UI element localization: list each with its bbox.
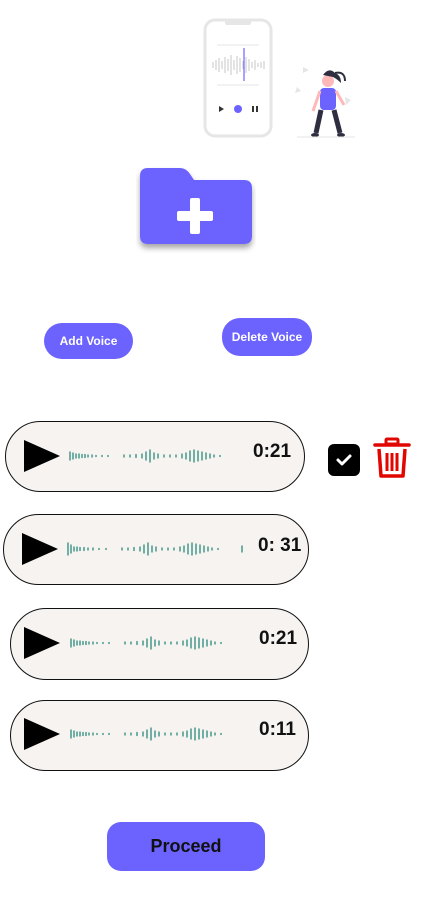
play-icon[interactable] (24, 627, 60, 659)
play-icon[interactable] (22, 533, 58, 565)
voice-recording-item[interactable]: 0:11 (10, 700, 309, 771)
add-voice-button[interactable]: Add Voice (44, 323, 133, 359)
voice-recording-item[interactable]: 0: 31 (3, 514, 309, 585)
checkmark-icon (336, 454, 352, 466)
trash-icon[interactable] (372, 437, 412, 479)
voice-recording-item[interactable]: 0:21 (5, 421, 305, 492)
delete-voice-button[interactable]: Delete Voice (222, 318, 312, 356)
recording-duration: 0: 31 (258, 535, 302, 556)
waveform-icon (69, 449, 221, 463)
waveform-icon (67, 542, 243, 556)
voice-recording-item[interactable]: 0:21 (10, 608, 309, 680)
voice-recording-illustration (195, 15, 365, 145)
recording-duration: 0:21 (253, 441, 292, 462)
waveform-icon (70, 636, 222, 650)
select-checkbox[interactable] (328, 444, 360, 476)
waveform-icon (70, 727, 222, 741)
play-icon[interactable] (24, 440, 60, 472)
play-icon[interactable] (24, 718, 60, 750)
recording-duration: 0:11 (259, 719, 296, 740)
recording-duration: 0:21 (259, 628, 298, 649)
folder-add-icon[interactable] (136, 164, 256, 254)
proceed-button[interactable]: Proceed (107, 822, 265, 871)
